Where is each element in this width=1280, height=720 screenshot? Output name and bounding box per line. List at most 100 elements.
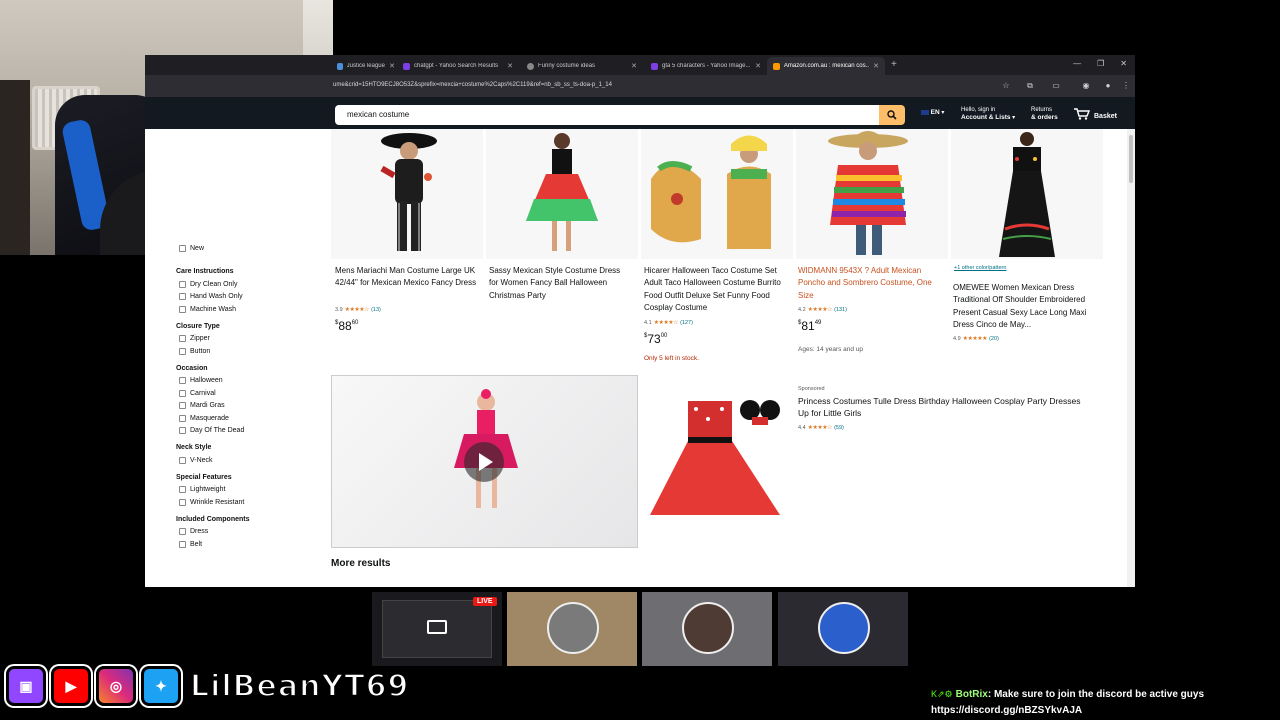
menu-icon[interactable]: ⋮ xyxy=(1121,81,1131,91)
checkbox[interactable] xyxy=(179,414,186,422)
extensions-icon[interactable]: ⧉ xyxy=(1025,81,1035,91)
product-title[interactable]: Mens Mariachi Man Costume Large UK 42/44… xyxy=(335,265,481,290)
language-selector[interactable]: EN ▾ xyxy=(921,109,944,117)
product-image-omewee-dress[interactable] xyxy=(951,129,1103,259)
star-rating-icon: ★★★★★ xyxy=(962,336,988,342)
product-title[interactable]: WIDMANN 9543X ? Adult Mexican Poncho and… xyxy=(798,265,940,302)
product-rating[interactable]: 4.9 ★★★★★ (20) xyxy=(953,335,999,343)
checkbox[interactable] xyxy=(179,377,186,385)
maximize-icon[interactable]: ❐ xyxy=(1097,59,1104,68)
viewer-tile-1 xyxy=(507,592,637,666)
close-icon[interactable]: ✕ xyxy=(755,62,761,70)
tab-funny-costume[interactable]: Funny costume ideas ✕ xyxy=(521,57,643,75)
stock-notice: Only 5 left in stock. xyxy=(644,355,699,362)
star-rating-icon: ★★★★☆ xyxy=(344,307,370,313)
close-icon[interactable]: ✕ xyxy=(873,62,879,70)
filter-option-label: Lightweight xyxy=(190,486,226,494)
checkbox[interactable] xyxy=(179,456,186,464)
sponsored-dress-image[interactable] xyxy=(640,375,792,548)
filter-option[interactable]: Lightweight xyxy=(179,484,326,497)
filter-option-label: Button xyxy=(190,347,211,355)
product-title[interactable]: Hicarer Halloween Taco Costume Set Adult… xyxy=(644,265,790,314)
checkbox[interactable] xyxy=(179,244,186,252)
product-title[interactable]: Sassy Mexican Style Costume Dress for Wo… xyxy=(489,265,629,302)
filter-option[interactable]: Day Of The Dead xyxy=(179,425,326,438)
checkbox[interactable] xyxy=(179,498,186,506)
avatar xyxy=(682,602,734,654)
filter-option[interactable]: Zipper xyxy=(179,333,326,346)
filter-option[interactable]: V-Neck xyxy=(179,454,326,467)
url-text[interactable]: ume&crid=15HTO9ECJ8O53Z&sprefix=mexcia+c… xyxy=(333,82,612,88)
checkbox[interactable] xyxy=(179,427,186,435)
product-image-poncho[interactable] xyxy=(796,129,948,259)
product-rating[interactable]: 4.2 ★★★★☆ (131) xyxy=(798,306,847,314)
product-title[interactable]: OMEWEE Women Mexican Dress Traditional O… xyxy=(953,282,1099,331)
close-icon[interactable]: ✕ xyxy=(389,62,395,70)
filter-heading: Special Features xyxy=(176,473,232,481)
sponsored-label[interactable]: Sponsored xyxy=(798,386,825,392)
product-image-sassy-dress[interactable] xyxy=(486,129,638,259)
checkbox[interactable] xyxy=(179,389,186,397)
close-icon[interactable]: ✕ xyxy=(507,62,513,70)
tab-chatgpt[interactable]: chatgpt - Yahoo Search Results ✕ xyxy=(397,57,519,75)
filter-option[interactable]: New xyxy=(179,242,204,255)
close-window-icon[interactable]: ✕ xyxy=(1120,59,1127,68)
product-rating[interactable]: 4.4 ★★★★☆ (59) xyxy=(798,424,844,432)
product-image-taco[interactable] xyxy=(641,129,793,259)
chat-link: https://discord.gg/nBZSYkvAJA xyxy=(931,705,1083,716)
sidebar-icon[interactable]: ▭ xyxy=(1051,81,1061,91)
checkbox[interactable] xyxy=(179,402,186,410)
search-button[interactable] xyxy=(879,105,905,125)
avatar xyxy=(818,602,870,654)
filter-option[interactable]: Button xyxy=(179,345,326,358)
scrollbar-thumb[interactable] xyxy=(1129,135,1133,183)
filter-heading: Occasion xyxy=(176,364,208,372)
age-note: Ages: 14 years and up xyxy=(798,346,864,353)
account-menu[interactable]: Hello, sign in Account & Lists ▾ xyxy=(961,107,1015,122)
close-icon[interactable]: ✕ xyxy=(631,62,637,70)
returns-orders-link[interactable]: Returns & orders xyxy=(1031,107,1058,122)
checkbox[interactable] xyxy=(179,486,186,494)
checkbox[interactable] xyxy=(179,540,186,548)
checkbox[interactable] xyxy=(179,335,186,343)
scrollbar[interactable] xyxy=(1127,129,1135,587)
product-rating[interactable]: 4.1 ★★★★☆ (127) xyxy=(644,319,693,327)
tab-justice-league[interactable]: Justice league c... ✕ xyxy=(331,57,401,75)
tab-favicon xyxy=(337,62,343,70)
checkbox[interactable] xyxy=(179,293,186,301)
search-input[interactable]: mexican costume xyxy=(335,105,879,125)
checkbox[interactable] xyxy=(179,280,186,288)
checkbox[interactable] xyxy=(179,528,186,536)
sponsored-video[interactable] xyxy=(331,375,638,548)
basket-button[interactable]: Basket xyxy=(1073,107,1117,120)
filter-option[interactable]: Wrinkle Resistant xyxy=(179,496,326,509)
filter-option[interactable]: Mardi Gras xyxy=(179,400,326,413)
product-price: $8149 xyxy=(798,319,822,333)
address-bar[interactable]: ume&crid=15HTO9ECJ8O53Z&sprefix=mexcia+c… xyxy=(145,75,1135,97)
filter-option[interactable]: Masquerade xyxy=(179,412,326,425)
sponsored-title[interactable]: Princess Costumes Tulle Dress Birthday H… xyxy=(798,395,1088,420)
color-options-link[interactable]: +1 other color/pattern xyxy=(954,265,1006,271)
avatar[interactable]: ● xyxy=(1103,81,1113,91)
filter-option[interactable]: Machine Wash xyxy=(179,303,326,316)
minimize-icon[interactable]: — xyxy=(1073,59,1081,68)
filter-option[interactable]: Belt xyxy=(179,538,326,551)
filter-option[interactable]: Dress xyxy=(179,526,326,539)
tab-amazon[interactable]: Amazon.com.au : mexican cos... ✕ xyxy=(767,57,885,75)
product-rating[interactable]: 3.9 ★★★★☆ (13) xyxy=(335,306,381,314)
tab-favicon xyxy=(403,62,410,70)
play-icon[interactable] xyxy=(464,442,504,482)
product-image-mariachi[interactable] xyxy=(331,129,483,259)
filter-option[interactable]: Halloween xyxy=(179,375,326,388)
filter-option[interactable]: Carnival xyxy=(179,387,326,400)
checkbox[interactable] xyxy=(179,305,186,313)
profile-icon[interactable]: ◉ xyxy=(1081,81,1091,91)
bookmark-star-icon[interactable]: ☆ xyxy=(1001,81,1011,91)
filter-option[interactable]: Dry Clean Only xyxy=(179,278,326,291)
browser-window: Justice league c... ✕ chatgpt - Yahoo Se… xyxy=(145,55,1135,587)
tab-gta5[interactable]: gta 5 characters - Yahoo Image... ✕ xyxy=(645,57,767,75)
viewer-tile-2 xyxy=(642,592,772,666)
new-tab-button[interactable]: + xyxy=(891,59,897,70)
filter-option[interactable]: Hand Wash Only xyxy=(179,291,326,304)
checkbox[interactable] xyxy=(179,347,186,355)
